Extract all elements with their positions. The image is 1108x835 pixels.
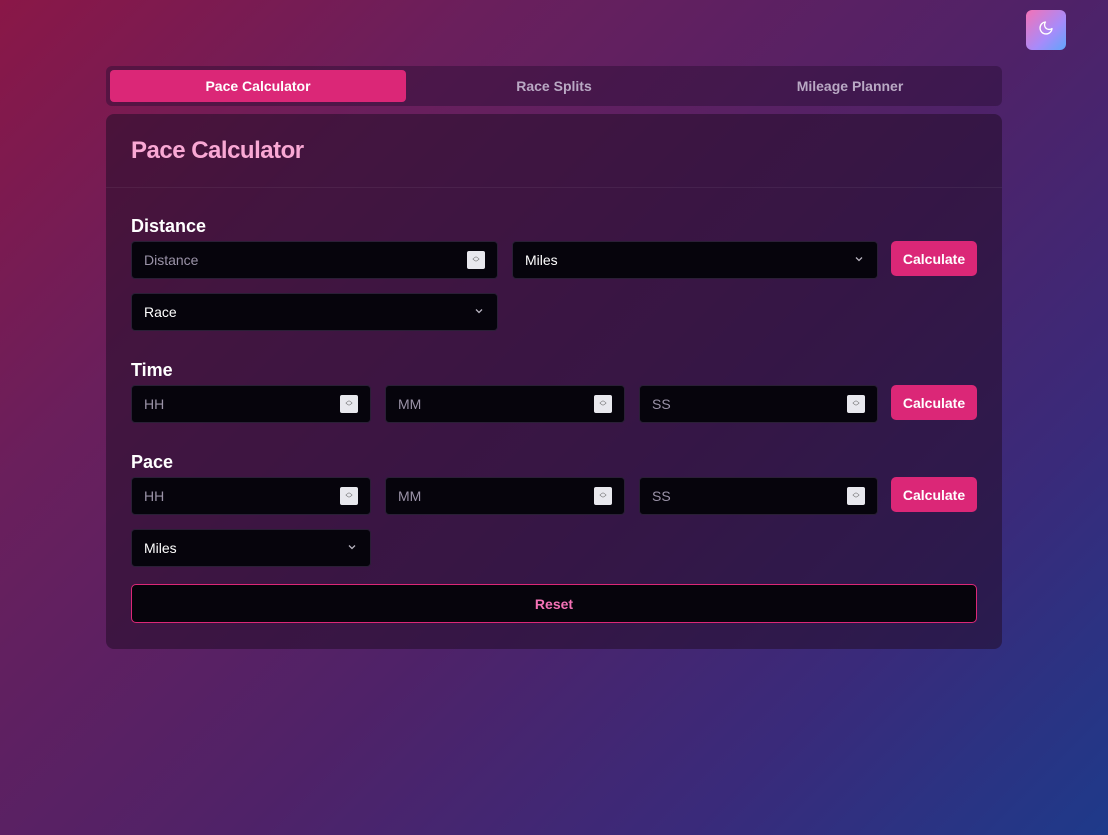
stepper-icon[interactable]: ︿ ﹀: [847, 395, 865, 413]
reset-button[interactable]: Reset: [131, 584, 977, 623]
distance-input-placeholder: Distance: [144, 252, 199, 268]
stepper-icon[interactable]: ︿ ﹀: [467, 251, 485, 269]
tab-race-splits[interactable]: Race Splits: [406, 70, 702, 102]
stepper-icon[interactable]: ︿ ﹀: [594, 487, 612, 505]
time-mm-placeholder: MM: [398, 396, 422, 412]
stepper-icon[interactable]: ︿ ﹀: [340, 487, 358, 505]
pace-unit-select[interactable]: Miles: [131, 529, 371, 567]
time-hh-placeholder: HH: [144, 396, 165, 412]
distance-label: Distance: [131, 216, 207, 236]
pace-calculator-card: Pace Calculator Distance Distance ︿ ﹀ Mil…: [106, 114, 1002, 649]
tab-pace-calculator[interactable]: Pace Calculator: [110, 70, 406, 102]
pace-calculate-button[interactable]: Calculate: [891, 477, 977, 512]
race-select-value: Race: [144, 304, 177, 320]
time-hh-input[interactable]: HH ︿ ﹀: [131, 385, 371, 423]
theme-toggle-button[interactable]: [1026, 10, 1066, 50]
pace-mm-placeholder: MM: [398, 488, 422, 504]
pace-mm-input[interactable]: MM ︿ ﹀: [385, 477, 625, 515]
pace-hh-placeholder: HH: [144, 488, 165, 504]
time-label: Time: [131, 360, 173, 380]
card-header: Pace Calculator: [106, 114, 1002, 188]
chevron-down-icon: [853, 253, 865, 268]
moon-icon: [1038, 20, 1054, 41]
time-calculate-button[interactable]: Calculate: [891, 385, 977, 420]
time-ss-input[interactable]: SS ︿ ﹀: [639, 385, 878, 423]
pace-label: Pace: [131, 452, 174, 472]
stepper-icon[interactable]: ︿ ﹀: [340, 395, 358, 413]
chevron-down-icon: [473, 305, 485, 320]
pace-ss-placeholder: SS: [652, 488, 671, 504]
distance-unit-select[interactable]: Miles: [512, 241, 878, 279]
time-mm-input[interactable]: MM ︿ ﹀: [385, 385, 625, 423]
distance-input[interactable]: Distance ︿ ﹀: [131, 241, 498, 279]
tab-mileage-planner[interactable]: Mileage Planner: [702, 70, 998, 102]
card-title: Pace Calculator: [131, 136, 304, 164]
pace-ss-input[interactable]: SS ︿ ﹀: [639, 477, 878, 515]
stepper-icon[interactable]: ︿ ﹀: [594, 395, 612, 413]
time-ss-placeholder: SS: [652, 396, 671, 412]
pace-unit-value: Miles: [144, 540, 177, 556]
chevron-down-icon: [346, 541, 358, 556]
distance-calculate-button[interactable]: Calculate: [891, 241, 977, 276]
tab-bar: Pace Calculator Race Splits Mileage Plan…: [106, 66, 1002, 106]
distance-unit-value: Miles: [525, 252, 558, 268]
race-select[interactable]: Race: [131, 293, 498, 331]
pace-hh-input[interactable]: HH ︿ ﹀: [131, 477, 371, 515]
stepper-icon[interactable]: ︿ ﹀: [847, 487, 865, 505]
